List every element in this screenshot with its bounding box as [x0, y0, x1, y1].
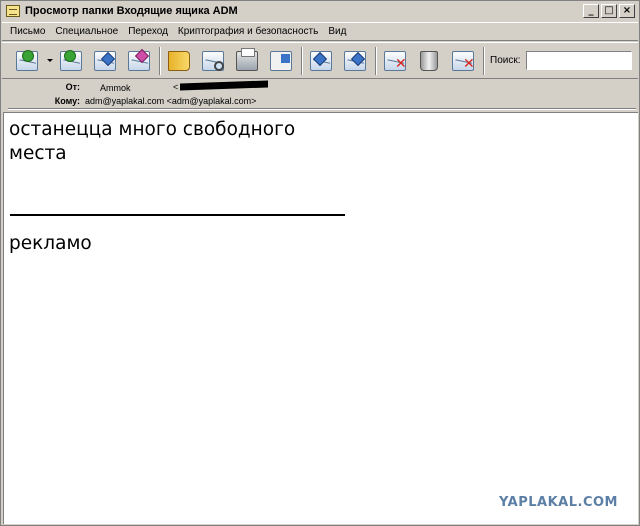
menu-item-special[interactable]: Специальное — [50, 25, 123, 38]
folder-icon — [6, 5, 20, 17]
menu-item-view[interactable]: Вид — [323, 25, 351, 38]
watermark: YAPLAKAL.COM — [499, 495, 618, 510]
toolbar-separator — [159, 47, 161, 75]
forward-group-icon — [60, 50, 82, 71]
reply-all-button[interactable] — [308, 48, 334, 74]
search-input[interactable] — [526, 51, 632, 70]
toolbar-separator — [375, 47, 377, 75]
menu-item-crypto[interactable]: Криптография и безопасность — [173, 25, 323, 38]
from-name[interactable]: Ammok — [100, 83, 131, 93]
message-line-3: рекламо — [9, 233, 92, 254]
toolbar: ✕ ✕ Поиск: — [2, 42, 638, 79]
delete-button[interactable]: ✕ — [382, 48, 408, 74]
horizontal-rule — [10, 214, 345, 216]
header-divider — [8, 108, 636, 110]
menu-item-go[interactable]: Переход — [123, 25, 173, 38]
reply-icon — [94, 51, 116, 71]
address-book-icon — [168, 51, 190, 71]
message-body[interactable]: останецца много свободного места рекламо… — [3, 112, 638, 524]
print-icon — [236, 48, 258, 71]
find-icon — [202, 51, 224, 71]
reply-all-icon — [310, 51, 332, 71]
search-label: Поиск: — [490, 55, 521, 66]
get-mail-icon — [16, 50, 38, 71]
delete-icon: ✕ — [384, 51, 407, 71]
new-message-icon — [128, 48, 150, 71]
toolbar-separator — [483, 47, 485, 75]
forward-icon — [344, 51, 366, 71]
junk-icon: ✕ — [452, 51, 475, 71]
reply-button[interactable] — [92, 48, 118, 74]
menu-bar: Письмо Специальное Переход Криптография … — [2, 22, 638, 41]
close-button[interactable]: × — [619, 4, 635, 18]
to-label: Кому: — [54, 96, 80, 106]
window-controls: _ □ × — [583, 4, 635, 18]
view-button[interactable] — [268, 48, 294, 74]
message-line-1: останецца много свободного — [9, 119, 296, 140]
forward-group-button[interactable] — [58, 48, 84, 74]
chevron-down-icon[interactable] — [47, 59, 53, 62]
find-button[interactable] — [200, 48, 226, 74]
mail-window: Просмотр папки Входящие ящика ADM _ □ × … — [0, 0, 640, 526]
address-book-button[interactable] — [166, 48, 192, 74]
new-message-button[interactable] — [126, 48, 152, 74]
minimize-button[interactable]: _ — [583, 4, 599, 18]
trash-button[interactable] — [416, 48, 442, 74]
title-bar: Просмотр папки Входящие ящика ADM _ □ × — [2, 2, 638, 20]
redaction-bar — [180, 80, 268, 91]
from-address[interactable]: < — [173, 82, 178, 92]
forward-button[interactable] — [342, 48, 368, 74]
trash-icon — [420, 51, 438, 71]
message-line-2: места — [9, 143, 67, 164]
print-button[interactable] — [234, 48, 260, 74]
message-headers: От: Ammok < Кому: adm@yaplakal.com <adm@… — [2, 80, 638, 110]
toolbar-separator — [301, 47, 303, 75]
junk-button[interactable]: ✕ — [450, 48, 476, 74]
get-mail-button[interactable] — [14, 48, 40, 74]
menu-item-letter[interactable]: Письмо — [5, 25, 50, 38]
view-icon — [270, 51, 292, 71]
to-address[interactable]: adm@yaplakal.com <adm@yaplakal.com> — [85, 96, 256, 106]
maximize-button[interactable]: □ — [601, 4, 617, 18]
from-label: От: — [65, 82, 80, 92]
window-title: Просмотр папки Входящие ящика ADM — [25, 5, 238, 17]
